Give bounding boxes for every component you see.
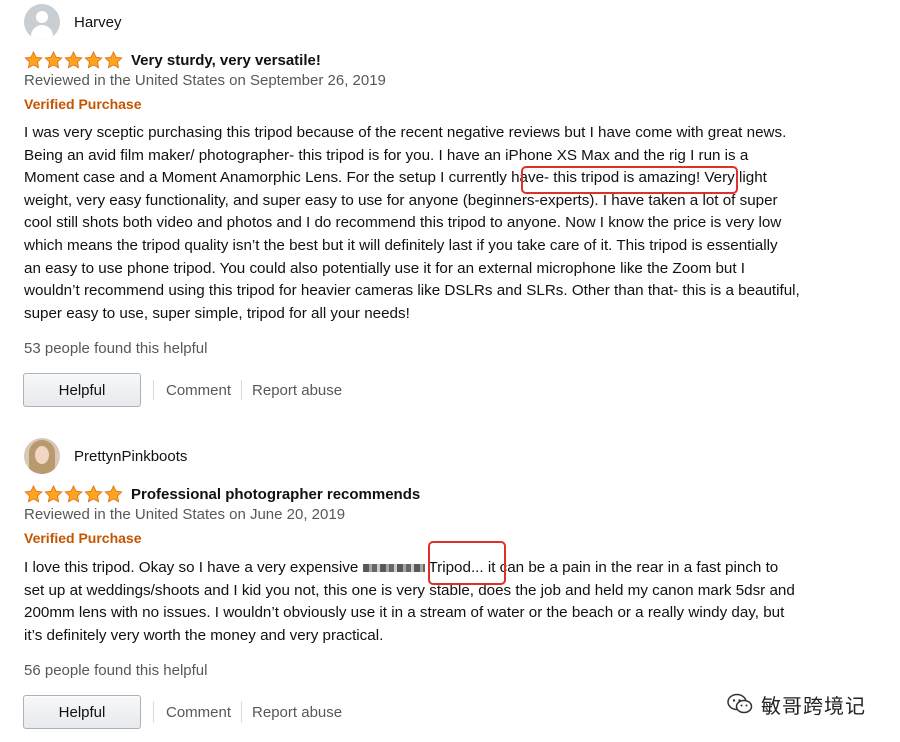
helpful-count: 53 people found this helpful [24, 340, 208, 357]
review-body-line: it’s definitely very worth the money and… [24, 626, 384, 644]
star-icon [64, 485, 83, 503]
reviewer-name[interactable]: PrettynPinkboots [74, 448, 187, 465]
review-body-line: which means the tripod quality isn’t the… [24, 236, 778, 254]
highlight-box [428, 541, 506, 585]
verified-purchase-badge: Verified Purchase [24, 96, 142, 112]
star-icon [64, 51, 83, 69]
review-date: Reviewed in the United States on June 20… [24, 506, 346, 523]
report-abuse-link[interactable]: Report abuse [242, 704, 352, 721]
review-body-line: Being an avid film maker/ photographer- … [24, 146, 749, 164]
star-rating [24, 51, 123, 69]
default-avatar-icon [24, 4, 60, 40]
star-rating [24, 485, 123, 503]
star-icon [104, 485, 123, 503]
redacted-brand [362, 563, 425, 572]
review-title[interactable]: Professional photographer recommends [131, 486, 420, 503]
verified-purchase-badge: Verified Purchase [24, 530, 142, 546]
star-icon [104, 51, 123, 69]
review-body-line: super easy to use, super simple, tripod … [24, 304, 410, 322]
star-icon [84, 51, 103, 69]
reviewer-profile[interactable]: Harvey [24, 4, 122, 40]
review-body-line: cool still shots both video and photos a… [24, 214, 782, 232]
review-body-line: I was very sceptic purchasing this tripo… [24, 124, 787, 141]
comment-link[interactable]: Comment [154, 704, 241, 721]
watermark-text: 敏哥跨境记 [761, 693, 866, 718]
star-icon [84, 485, 103, 503]
star-icon [44, 51, 63, 69]
profile-photo-avatar [24, 438, 60, 474]
helpful-button[interactable]: Helpful [23, 695, 141, 729]
review-actions: Helpful Comment Report abuse [23, 695, 352, 729]
review-actions: Helpful Comment Report abuse [23, 373, 352, 407]
star-icon [44, 485, 63, 503]
review-title[interactable]: Very sturdy, very versatile! [131, 52, 321, 69]
star-icon [24, 51, 43, 69]
reviewer-name[interactable]: Harvey [74, 14, 122, 31]
wechat-icon [727, 693, 753, 714]
report-abuse-link[interactable]: Report abuse [242, 382, 352, 399]
review-date: Reviewed in the United States on Septemb… [24, 72, 386, 89]
star-icon [24, 485, 43, 503]
review-body-text: I love this tripod. Okay so I have a ver… [24, 559, 363, 576]
highlight-box [521, 166, 738, 194]
reviewer-profile[interactable]: PrettynPinkboots [24, 438, 187, 474]
review-body: I was very sceptic purchasing this tripo… [24, 122, 839, 325]
review-body-line: wouldn’t recommend using this tripod for… [24, 282, 800, 300]
comment-link[interactable]: Comment [154, 382, 241, 399]
review-body-line: 200mm lens with no issues. I wouldn’t ob… [24, 604, 785, 622]
helpful-button[interactable]: Helpful [23, 373, 141, 407]
helpful-count: 56 people found this helpful [24, 662, 208, 679]
review-body-line: an easy to use phone tripod. You could a… [24, 259, 746, 277]
watermark: 敏哥跨境记 [727, 691, 866, 718]
